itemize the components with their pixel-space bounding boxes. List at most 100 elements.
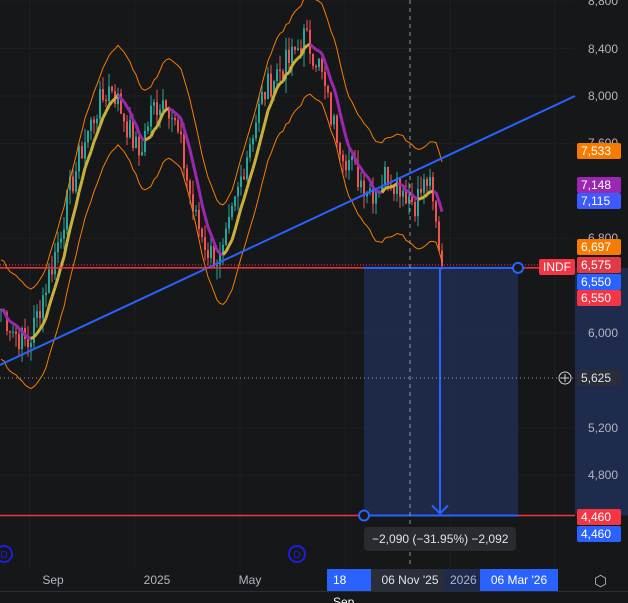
measure-handle [358,509,370,522]
price-chart[interactable]: DD [0,0,628,603]
candle [438,221,440,251]
candle [72,176,74,192]
candle [132,119,134,148]
candle [195,209,197,212]
moving-average [24,333,29,339]
chart-pane[interactable]: DD 8,8008,4008,0007,6006,8006,0005,2004,… [0,0,628,603]
x-tick: 2025 [143,573,171,587]
moving-average [147,135,152,140]
candle [294,46,296,50]
candle [12,331,14,333]
moving-average [9,320,14,325]
candle [123,113,125,122]
moving-average [80,167,87,181]
year-label: 2026 [444,569,482,591]
moving-average [239,198,246,209]
candle [249,144,251,158]
moving-average [437,200,444,213]
candle [48,269,50,293]
moving-average [414,196,419,201]
moving-average [110,97,117,103]
candle [147,126,149,131]
candle [309,29,311,54]
moving-average [260,122,267,135]
candle [174,117,176,121]
candle [267,73,269,100]
candle [342,154,344,162]
moving-average [191,162,198,177]
candle [336,115,338,144]
y-tick: 6,000 [587,326,618,340]
moving-average [423,193,428,199]
x-tick: May [238,573,262,587]
moving-average [365,175,372,182]
candle [210,245,212,259]
price-label: 4,460 [577,509,621,525]
candle [207,250,209,259]
moving-average [74,191,81,207]
candle [102,89,104,100]
candle [402,190,404,197]
candle [375,191,377,204]
moving-average [318,49,323,55]
moving-average [341,125,348,138]
candle [108,86,110,102]
moving-average [44,306,51,319]
candle [279,69,281,72]
settings-icon[interactable]: ⬡ [594,572,607,590]
moving-average [174,111,179,117]
range-start-label: 18 Sep [327,569,373,603]
candle [171,117,173,119]
moving-average [399,183,404,187]
moving-average [425,190,432,196]
moving-average [326,70,333,82]
candle [423,179,425,193]
candle [186,168,188,181]
candle [417,188,419,217]
price-label: 7,148 [577,177,621,193]
moving-average [308,43,315,49]
y-tick: 8,400 [587,41,618,56]
price-label: 6,575 [577,257,621,273]
moving-average [71,205,78,218]
price-label: 6,550 [577,274,621,290]
candle [234,196,236,207]
price-label: 6,697 [577,239,621,255]
moving-average [405,189,410,194]
moving-average [122,100,129,108]
candle [96,118,98,124]
dividend-marker-label: D [0,550,7,561]
candle [204,237,206,251]
candle [201,229,203,238]
candle [291,46,293,63]
candle [42,295,44,319]
candle [90,119,92,131]
moving-average [248,168,255,179]
candle [231,206,233,218]
candle [330,92,332,125]
moving-average [206,226,213,236]
candle [339,143,341,155]
moving-average [101,111,108,119]
moving-average [254,145,261,159]
candle [312,53,314,66]
candle [141,152,143,156]
candle [165,100,167,109]
candle [297,48,299,50]
candle [15,331,17,334]
candle [81,146,83,159]
candle [399,178,401,197]
candle [240,176,242,187]
candle [63,229,65,239]
y-tick: 8,000 [587,89,618,103]
candle [78,146,80,172]
moving-average [221,250,228,256]
moving-average [92,133,99,143]
moving-average [200,204,207,217]
candle [288,49,290,63]
moving-average [47,296,54,308]
candle [129,119,131,138]
candle [138,136,140,156]
moving-average [0,308,5,313]
candle [429,176,431,186]
